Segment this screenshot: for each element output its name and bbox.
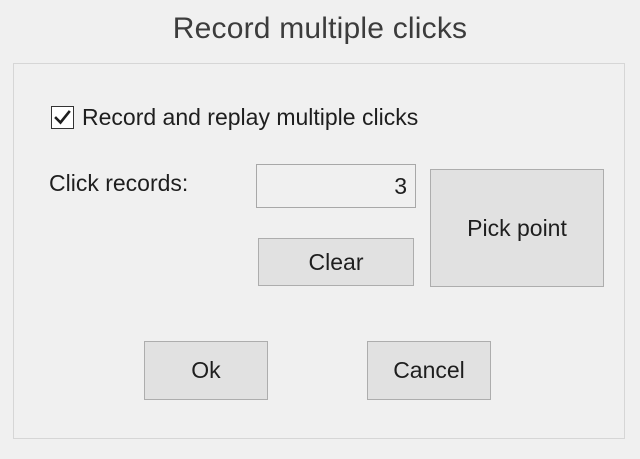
multi-click-option[interactable]: Record and replay multiple clicks bbox=[51, 104, 418, 131]
ok-button[interactable]: Ok bbox=[144, 341, 268, 400]
multi-click-label: Record and replay multiple clicks bbox=[82, 104, 419, 130]
record-clicks-dialog: Record multiple clicks Record and replay… bbox=[0, 0, 640, 459]
dialog-title: Record multiple clicks bbox=[172, 12, 468, 45]
pick-point-button[interactable]: Pick point bbox=[430, 169, 604, 287]
cancel-button[interactable]: Cancel bbox=[367, 341, 491, 400]
multi-click-checkbox[interactable] bbox=[51, 106, 74, 129]
click-records-label: Click records: bbox=[49, 170, 189, 196]
clear-button[interactable]: Clear bbox=[258, 238, 414, 286]
checkmark-icon bbox=[54, 110, 71, 125]
click-records-input[interactable] bbox=[256, 164, 416, 208]
